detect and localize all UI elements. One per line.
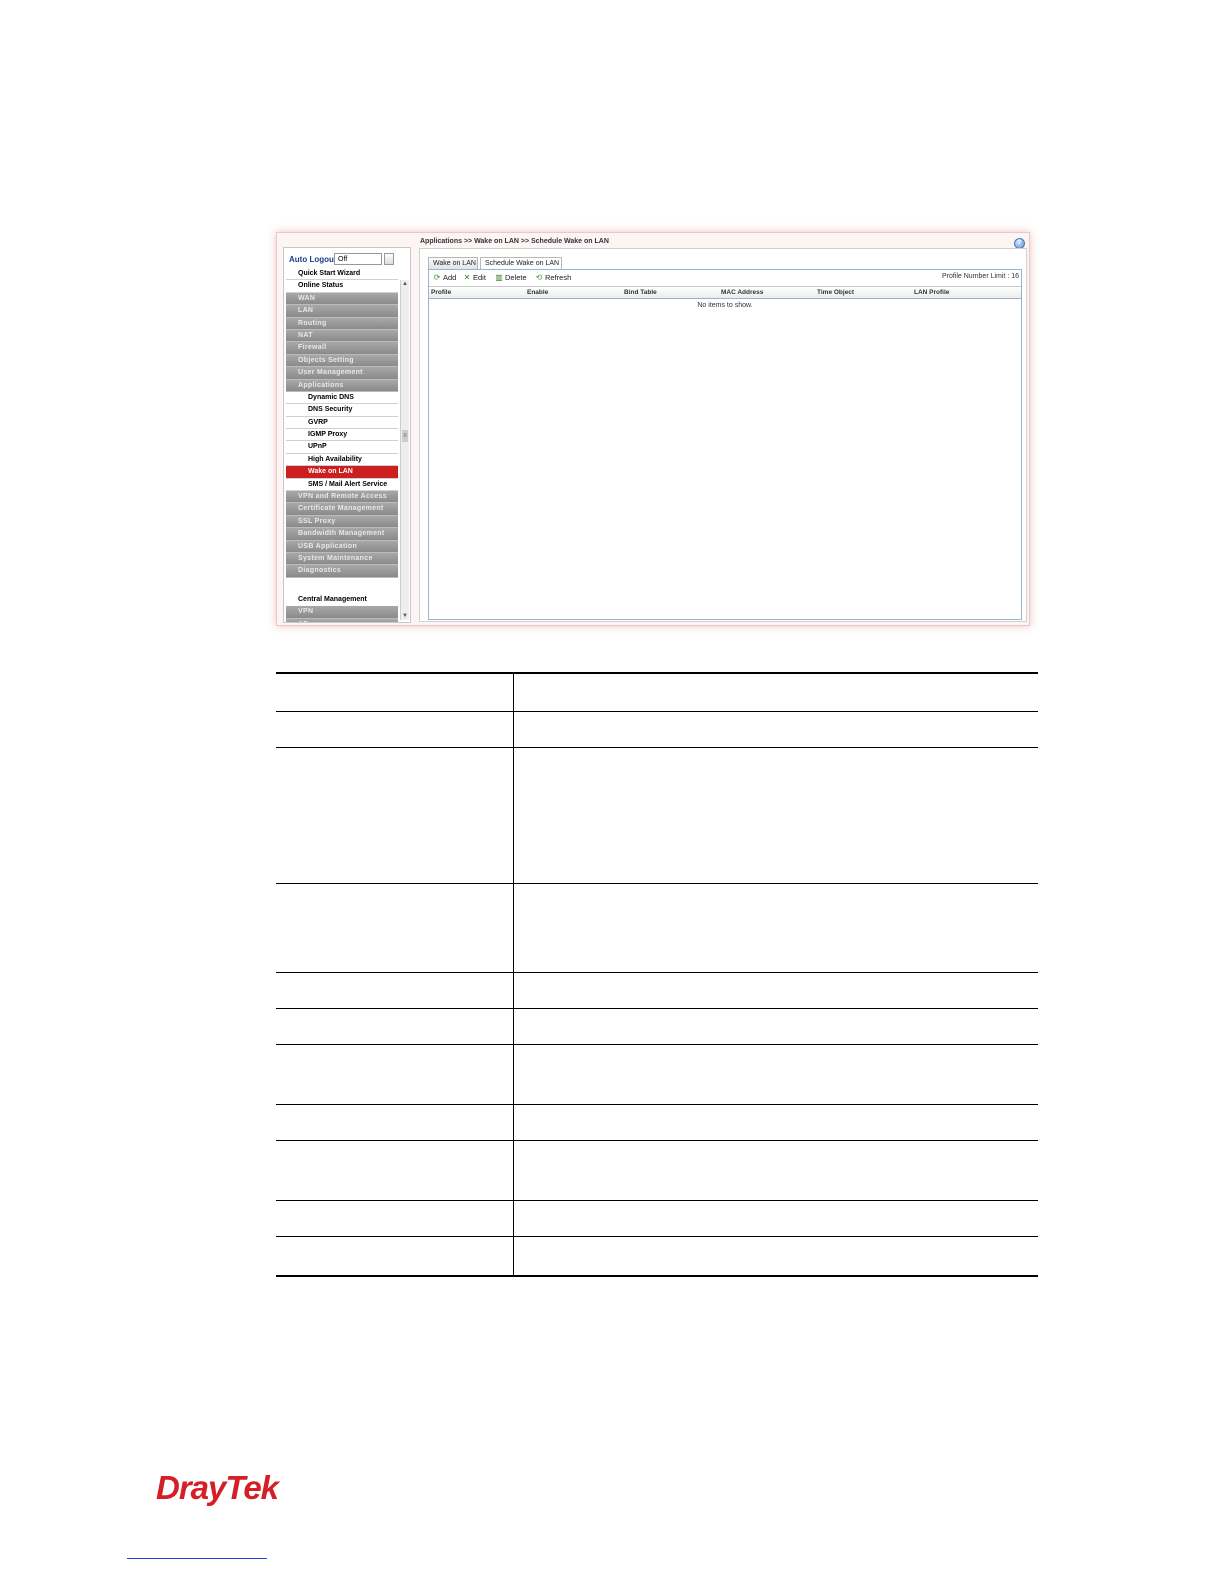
delete-label: Delete xyxy=(505,273,527,282)
draytek-logo: DrayTek xyxy=(156,1469,279,1506)
sidebar-scrollbar[interactable]: ▲ ≡ ▼ xyxy=(400,280,409,620)
sidebar-item-diagnostics[interactable]: Diagnostics xyxy=(286,565,398,578)
tab-wake-on-lan[interactable]: Wake on LAN xyxy=(428,257,478,269)
table-row xyxy=(276,1141,1038,1201)
description-table xyxy=(276,672,1038,1277)
refresh-button[interactable]: ⟲ Refresh xyxy=(535,273,572,283)
sidebar-item-ap[interactable]: AP xyxy=(286,618,398,622)
profile-grid-panel: ⟳ Add ✕ Edit ▥ Delete ⟲ Refresh Profile Numb… xyxy=(428,269,1022,620)
profile-number-limit: Profile Number Limit : 16 xyxy=(941,273,1019,280)
add-button[interactable]: ⟳ Add xyxy=(433,273,457,283)
column-header-enable[interactable]: Enable xyxy=(527,289,548,296)
sidebar-item-usb-application[interactable]: USB Application xyxy=(286,540,398,553)
sidebar-item-lan[interactable]: LAN xyxy=(286,305,398,318)
edit-label: Edit xyxy=(473,273,486,282)
sidebar-item-bandwidth-management[interactable]: Bandwidth Management xyxy=(286,528,398,541)
table-row xyxy=(276,973,1038,1009)
auto-logout-dropdown-button[interactable] xyxy=(384,253,394,265)
sidebar-item-user-management[interactable]: User Management xyxy=(286,367,398,380)
sidebar-item-igmp-proxy[interactable]: IGMP Proxy xyxy=(286,429,398,442)
sidebar-item-wan[interactable]: WAN xyxy=(286,292,398,306)
add-icon: ⟳ xyxy=(433,273,441,283)
sidebar-item-central-management[interactable]: Central Management xyxy=(286,593,398,607)
table-row xyxy=(276,884,1038,973)
toolbar: ⟳ Add ✕ Edit ▥ Delete ⟲ Refresh Profile Numb… xyxy=(429,270,1021,286)
refresh-label: Refresh xyxy=(545,273,572,282)
column-header-mac-address[interactable]: MAC Address xyxy=(721,289,763,296)
edit-icon: ✕ xyxy=(463,273,471,283)
sidebar-item-nat[interactable]: NAT xyxy=(286,329,398,343)
sidebar-item-firewall[interactable]: Firewall xyxy=(286,342,398,355)
table-row xyxy=(276,1045,1038,1105)
column-header-time-object[interactable]: Time Object xyxy=(817,289,854,296)
auto-logout-select[interactable]: Off xyxy=(334,253,382,265)
edit-button[interactable]: ✕ Edit xyxy=(463,273,486,283)
add-label: Add xyxy=(443,273,457,282)
scroll-up-icon[interactable]: ▲ xyxy=(402,280,408,288)
menu-spacer xyxy=(286,577,398,594)
sidebar-menu: Quick Start Wizard Online Status WAN LAN Rou… xyxy=(286,268,398,622)
table-column-divider xyxy=(513,674,514,1275)
sidebar-item-sms-mail-alert-service[interactable]: SMS / Mail Alert Service xyxy=(286,478,398,492)
sidebar-item-online-status[interactable]: Online Status xyxy=(286,280,398,293)
column-header-bind-table[interactable]: Bind Table xyxy=(624,289,657,296)
table-row xyxy=(276,674,1038,712)
scroll-thumb[interactable]: ≡ xyxy=(402,430,408,442)
table-row xyxy=(276,1201,1038,1237)
breadcrumb: Applications >> Wake on LAN >> Schedule … xyxy=(420,238,609,245)
router-web-ui-screenshot: Auto Logout : Off Quick Start Wizard Onli… xyxy=(276,232,1030,626)
sidebar-item-high-availability[interactable]: High Availability xyxy=(286,453,398,467)
sidebar-item-quick-start-wizard[interactable]: Quick Start Wizard xyxy=(286,268,398,281)
sidebar-item-wake-on-lan[interactable]: Wake on LAN xyxy=(286,466,398,479)
column-header-lan-profile[interactable]: LAN Profile xyxy=(914,289,949,296)
refresh-icon: ⟲ xyxy=(535,273,543,283)
tab-schedule-wake-on-lan[interactable]: Schedule Wake on LAN xyxy=(480,257,562,269)
sidebar-item-routing[interactable]: Routing xyxy=(286,317,398,330)
sidebar-item-applications[interactable]: Applications xyxy=(286,379,398,392)
empty-grid-message: No items to show. xyxy=(697,302,753,309)
table-row xyxy=(276,1105,1038,1141)
sidebar-item-ssl-proxy[interactable]: SSL Proxy xyxy=(286,515,398,529)
scroll-down-icon[interactable]: ▼ xyxy=(402,612,408,620)
sidebar-item-gvrp[interactable]: GVRP xyxy=(286,416,398,430)
sidebar-item-objects-setting[interactable]: Objects Setting xyxy=(286,354,398,368)
column-header-profile[interactable]: Profile xyxy=(431,289,451,296)
sidebar-item-dns-security[interactable]: DNS Security xyxy=(286,404,398,417)
sidebar-item-vpn[interactable]: VPN xyxy=(286,606,398,619)
grid-header: Profile Enable Bind Table MAC Address Ti… xyxy=(429,286,1021,299)
sidebar-item-vpn-and-remote-access[interactable]: VPN and Remote Access xyxy=(286,491,398,504)
table-row xyxy=(276,1237,1038,1273)
footer-link-underline xyxy=(127,1558,267,1559)
delete-button[interactable]: ▥ Delete xyxy=(495,273,527,283)
table-row xyxy=(276,748,1038,884)
main-panel: Wake on LAN Schedule Wake on LAN ⟳ Add ✕ E… xyxy=(419,248,1027,622)
table-row xyxy=(276,1009,1038,1045)
auto-logout-row: Auto Logout : Off xyxy=(287,252,409,268)
table-row xyxy=(276,712,1038,748)
sidebar: Auto Logout : Off Quick Start Wizard Onli… xyxy=(283,247,411,623)
sidebar-item-dynamic-dns[interactable]: Dynamic DNS xyxy=(286,391,398,405)
sidebar-item-system-maintenance[interactable]: System Maintenance xyxy=(286,552,398,566)
trash-icon: ▥ xyxy=(495,273,503,283)
sidebar-item-upnp[interactable]: UPnP xyxy=(286,441,398,454)
sidebar-item-certificate-management[interactable]: Certificate Management xyxy=(286,503,398,516)
